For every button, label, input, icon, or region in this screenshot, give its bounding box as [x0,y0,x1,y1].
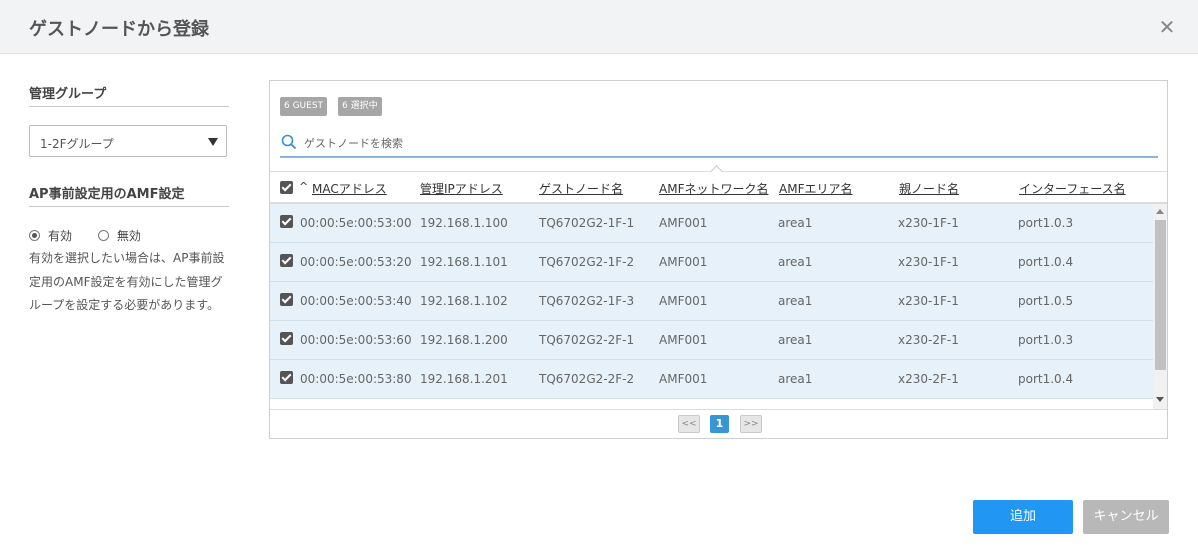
row-checkbox[interactable] [280,293,293,306]
cell-amf-network-name: AMF001 [659,372,708,386]
table-scrollbar[interactable] [1153,204,1167,409]
column-guest-node-name[interactable]: ゲストノード名 [539,180,623,197]
cell-mac-address: 00:00:5e:00:53:60 [300,333,412,347]
scroll-up-icon[interactable] [1156,209,1164,214]
table-row[interactable]: 00:00:5e:00:53:60 192.168.1.200 TQ6702G2-2… [270,321,1153,360]
table-header: ^ MACアドレス 管理IPアドレス ゲストノード名 AMFネットワーク名 AM… [270,172,1167,202]
radio-enabled-label[interactable]: 有効 [48,229,72,243]
cell-mac-address: 00:00:5e:00:53:80 [300,372,412,386]
column-parent-node-name[interactable]: 親ノード名 [899,180,959,197]
cancel-button[interactable]: キャンセル [1083,500,1169,534]
cell-amf-network-name: AMF001 [659,333,708,347]
management-group-select[interactable]: 1-2Fグループ [29,125,227,157]
cell-amf-network-name: AMF001 [659,216,708,230]
dialog-title: ゲストノードから登録 [29,19,209,40]
amf-setting-note: 有効を選択したい場合は、AP事前設定用のAMF設定を有効にした管理グループを設定… [29,251,225,312]
register-from-guest-node-dialog: ゲストノードから登録 ✕ 管理グループ 1-2Fグループ AP事前設定用のAMF… [0,0,1198,553]
cell-management-ip: 192.168.1.201 [420,372,508,386]
cell-amf-area-name: area1 [778,216,813,230]
dialog-header: ゲストノードから登録 ✕ [0,0,1198,54]
select-all-checkbox[interactable] [280,181,293,194]
row-checkbox[interactable] [280,371,293,384]
scroll-thumb[interactable] [1155,220,1166,370]
amf-setting-title: AP事前設定用のAMF設定 [29,183,229,207]
column-interface-name[interactable]: インターフェース名 [1019,180,1126,197]
cell-amf-area-name: area1 [778,333,813,347]
cell-interface-name: port1.0.3 [1018,333,1074,347]
column-amf-area-name[interactable]: AMFエリア名 [779,180,852,197]
cell-mac-address: 00:00:5e:00:53:40 [300,294,412,308]
pager-separator [270,409,1167,410]
cell-mac-address: 00:00:5e:00:53:20 [300,255,412,269]
table-row[interactable]: 00:00:5e:00:53:20 192.168.1.101 TQ6702G2-1… [270,243,1153,282]
pagination-prev-button[interactable]: << [678,415,700,433]
cell-amf-network-name: AMF001 [659,294,708,308]
radio-disabled[interactable] [97,230,109,241]
cell-management-ip: 192.168.1.100 [420,216,508,230]
pagination-next-button[interactable]: >> [740,415,762,433]
cell-guest-node-name: TQ6702G2-2F-1 [539,333,635,347]
dropdown-arrow-icon [208,138,218,146]
table-body: 00:00:5e:00:53:00 192.168.1.100 TQ6702G2-1… [270,204,1153,409]
cell-mac-address: 00:00:5e:00:53:00 [300,216,412,230]
pagination-page-1[interactable]: 1 [710,415,729,433]
cell-parent-node-name: x230-1F-1 [898,216,959,230]
cell-management-ip: 192.168.1.200 [420,333,508,347]
row-checkbox[interactable] [280,254,293,267]
sort-asc-icon: ^ [299,180,309,193]
add-button[interactable]: 追加 [973,500,1073,534]
cell-interface-name: port1.0.5 [1018,294,1074,308]
column-management-ip[interactable]: 管理IPアドレス [420,180,503,197]
cell-parent-node-name: x230-1F-1 [898,294,959,308]
guest-node-search-input[interactable] [280,131,1158,158]
table-row[interactable]: 00:00:5e:00:53:80 192.168.1.201 TQ6702G2-2… [270,360,1153,399]
row-checkbox[interactable] [280,215,293,228]
cell-interface-name: port1.0.4 [1018,255,1074,269]
cell-amf-area-name: area1 [778,294,813,308]
cell-guest-node-name: TQ6702G2-1F-2 [539,255,635,269]
cell-guest-node-name: TQ6702G2-1F-3 [539,294,635,308]
cell-interface-name: port1.0.3 [1018,216,1074,230]
column-amf-network-name[interactable]: AMFネットワーク名 [659,180,768,197]
cell-amf-area-name: area1 [778,372,813,386]
guest-count-badge: 6 GUEST [280,97,328,116]
radio-disabled-label[interactable]: 無効 [117,229,141,243]
management-group-title: 管理グループ [29,83,229,107]
row-checkbox[interactable] [280,332,293,345]
cell-amf-network-name: AMF001 [659,255,708,269]
cell-guest-node-name: TQ6702G2-1F-1 [539,216,635,230]
cell-parent-node-name: x230-2F-1 [898,372,959,386]
column-mac-address[interactable]: MACアドレス [312,180,387,197]
cell-parent-node-name: x230-1F-1 [898,255,959,269]
close-icon[interactable]: ✕ [1158,17,1176,37]
selected-count-badge: 6 選択中 [338,97,382,116]
search-icon [281,134,297,150]
cell-management-ip: 192.168.1.102 [420,294,508,308]
guest-node-table-panel: 6 GUEST 6 選択中 ^ MACアドレス 管理IPアドレス ゲストノード名… [269,80,1168,439]
cell-management-ip: 192.168.1.101 [420,255,508,269]
cell-parent-node-name: x230-2F-1 [898,333,959,347]
cell-amf-area-name: area1 [778,255,813,269]
cell-interface-name: port1.0.4 [1018,372,1074,386]
amf-setting-radio-group: 有効 無効 [29,227,163,244]
radio-enabled[interactable] [29,230,40,241]
cell-guest-node-name: TQ6702G2-2F-2 [539,372,635,386]
management-group-value: 1-2Fグループ [40,137,114,151]
table-row[interactable]: 00:00:5e:00:53:00 192.168.1.100 TQ6702G2-1… [270,204,1153,243]
table-row[interactable]: 00:00:5e:00:53:40 192.168.1.102 TQ6702G2-1… [270,282,1153,321]
scroll-down-icon[interactable] [1156,397,1164,402]
